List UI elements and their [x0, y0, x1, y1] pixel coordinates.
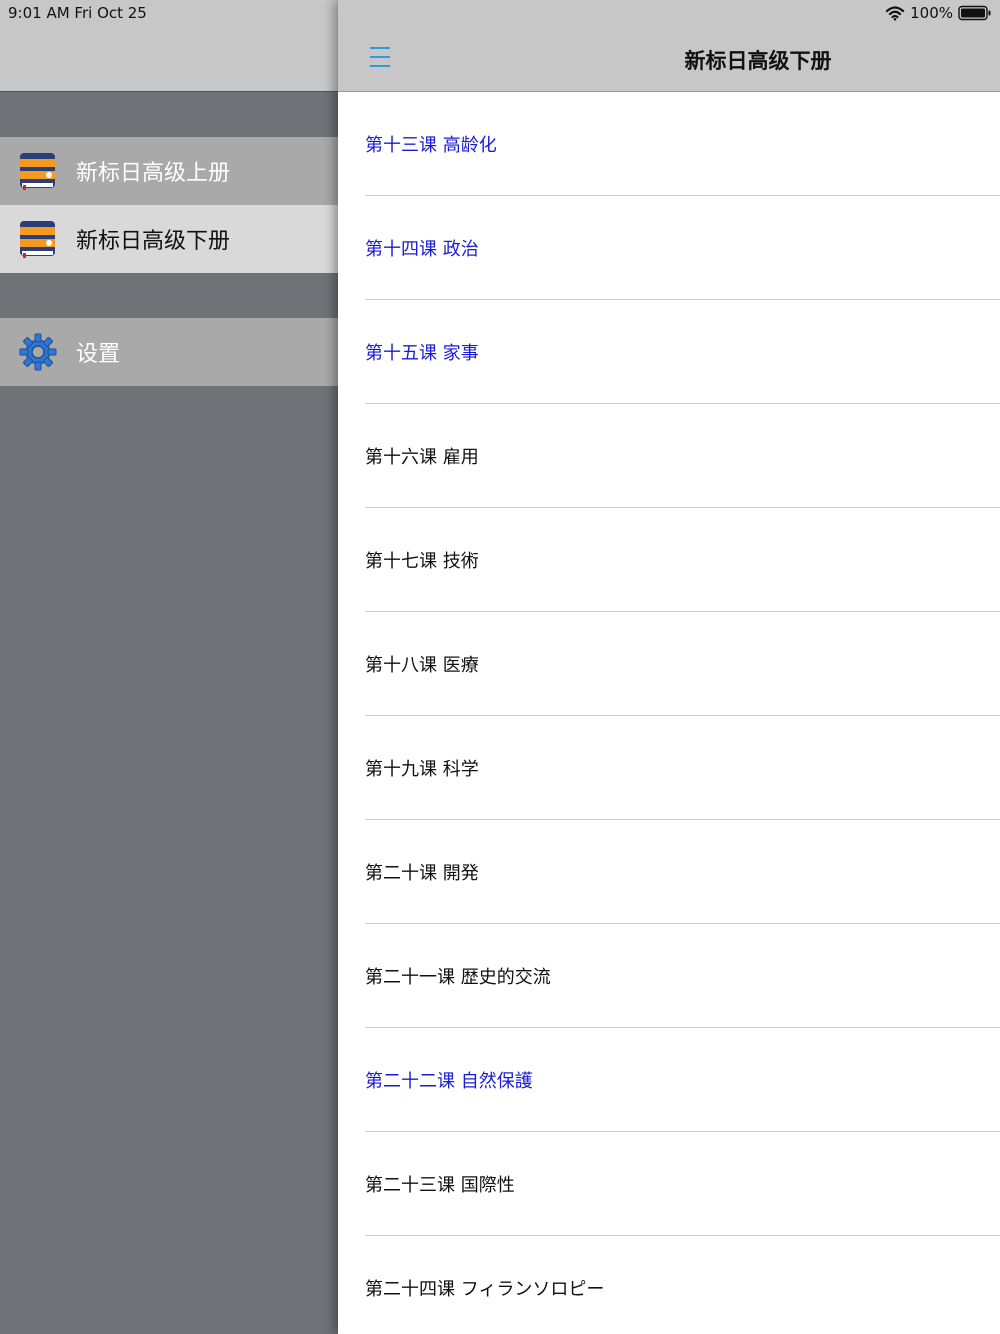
page-title: 新标日高级下册: [684, 49, 832, 73]
lesson-label: 第十八课 医療: [365, 655, 479, 676]
lesson-row[interactable]: 第二十四课 フィランソロピー: [338, 1236, 1000, 1334]
lesson-label: 第二十四课 フィランソロピー: [365, 1279, 605, 1300]
lesson-row[interactable]: 第二十三课 国際性: [338, 1132, 1000, 1236]
lesson-row[interactable]: 第十五课 家事: [338, 300, 1000, 404]
lesson-row[interactable]: 第十三课 高龄化: [338, 92, 1000, 196]
lesson-row[interactable]: 第十九课 科学: [338, 716, 1000, 820]
lesson-row[interactable]: 第二十一课 歴史的交流: [338, 924, 1000, 1028]
lesson-label: 第十七课 技術: [365, 551, 479, 572]
book-icon: [18, 219, 58, 259]
status-indicators: 100%: [885, 3, 992, 23]
lesson-row[interactable]: 第二十课 開発: [338, 820, 1000, 924]
sidebar-item-settings[interactable]: 设置: [0, 318, 338, 386]
hamburger-icon: [370, 47, 390, 67]
lesson-label: 第二十三课 国際性: [365, 1175, 515, 1196]
lesson-row[interactable]: 第十七课 技術: [338, 508, 1000, 612]
lesson-row[interactable]: 第二十二课 自然保護: [338, 1028, 1000, 1132]
lesson-row[interactable]: 第十四课 政治: [338, 196, 1000, 300]
wifi-icon: [886, 6, 905, 21]
lesson-list: 第十三课 高龄化 第十四课 政治 第十五课 家事 第十六课 雇用 第十七课 技術 第十八课…: [338, 92, 1000, 1334]
status-time: 9:01 AM Fri Oct 25: [8, 4, 147, 22]
lesson-label: 第二十课 開発: [365, 863, 479, 884]
lesson-label: 第十四课 政治: [365, 239, 479, 260]
main-panel: 新标日高级下册 第十三课 高龄化 第十四课 政治 第十五课 家事 第十六课 雇用 第十七…: [338, 0, 1000, 1334]
sidebar-item-upper-volume[interactable]: 新标日高级上册: [0, 137, 338, 205]
lesson-label: 第十九课 科学: [365, 759, 479, 780]
status-bar: 9:01 AM Fri Oct 25 100%: [0, 0, 1000, 26]
battery-icon: [958, 5, 991, 21]
gear-icon: [18, 332, 58, 372]
lesson-row[interactable]: 第十六课 雇用: [338, 404, 1000, 508]
battery-percentage: 100%: [910, 4, 953, 22]
sidebar-item-lower-volume[interactable]: 新标日高级下册: [0, 205, 338, 273]
lesson-label: 第十六课 雇用: [365, 447, 479, 468]
lesson-label: 第十五课 家事: [365, 343, 479, 364]
sidebar: 新标日高级上册 新标日高级下册 设置: [0, 0, 338, 1334]
hamburger-menu-button[interactable]: [366, 44, 396, 70]
book-icon: [18, 151, 58, 191]
lesson-row[interactable]: 第十八课 医療: [338, 612, 1000, 716]
lesson-label: 第二十一课 歴史的交流: [365, 967, 551, 988]
sidebar-item-label: 设置: [76, 342, 121, 367]
lesson-label: 第二十二课 自然保護: [365, 1071, 533, 1092]
sidebar-item-label: 新标日高级上册: [76, 161, 231, 186]
sidebar-item-label: 新标日高级下册: [76, 229, 231, 254]
lesson-label: 第十三课 高龄化: [365, 135, 497, 156]
